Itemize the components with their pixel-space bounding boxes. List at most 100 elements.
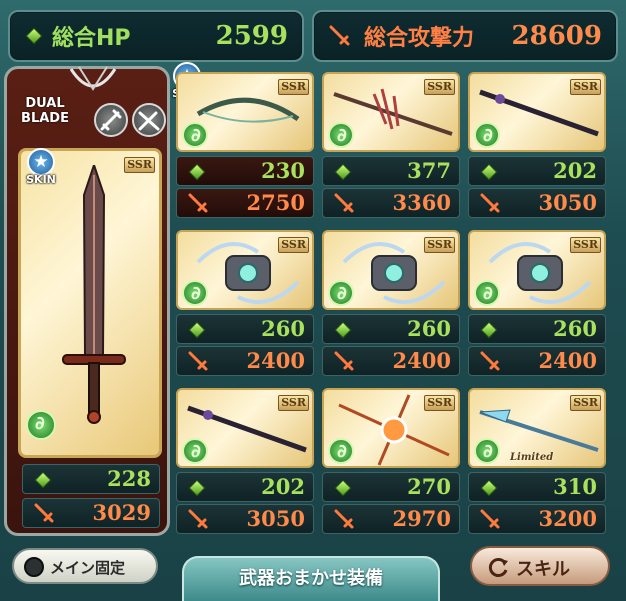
wind-element-icon [182,122,208,148]
wind-element-icon [182,438,208,464]
weapon-rarity: SSR [570,237,601,253]
wind-element-icon [328,280,354,306]
weapon-hp: 260 [261,316,305,341]
weapon-atk: 2970 [392,506,451,531]
weapon-atk: 2400 [392,348,451,373]
dagger-proficiency-icon [132,103,166,137]
weapon-hp: 260 [553,316,597,341]
toggle-indicator-icon [24,557,44,577]
weapon-atk-row: 2970 [322,504,460,534]
hp-gem-icon [480,321,498,339]
weapon-hp-row: 260 [322,314,460,344]
weapon-grid-screen: 総合HP 2599 総合攻撃力 28609 DUAL BLADE SSR ★ S… [0,0,626,601]
proficiency-line-2: BLADE [21,111,69,126]
hp-gem-icon [480,163,498,181]
auto-equip-label: 武器おまかせ装備 [239,568,383,589]
limited-badge: Limited [510,452,554,463]
wind-element-icon [328,122,354,148]
weapon-hp: 260 [407,316,451,341]
weapon-rarity: SSR [278,395,309,411]
refresh-icon [488,558,508,577]
weapon-hp-row: 202 [176,472,314,502]
proficiency-label: DUAL BLADE [14,96,76,126]
attack-sword-icon [34,503,54,523]
weapon-hp: 202 [553,158,597,183]
hp-gem-icon [25,27,43,45]
total-hp-label: 総合HP [52,26,131,51]
weapon-rarity: SSR [570,395,601,411]
auto-equip-button[interactable]: 武器おまかせ装備 [182,556,440,601]
weapon-rarity: SSR [424,395,455,411]
weapon-hp-row: 377 [322,156,460,186]
attack-sword-icon [334,193,354,213]
weapon-hp-row: 270 [322,472,460,502]
weapon-atk-row: 2400 [322,346,460,376]
weapon-atk: 3050 [246,506,305,531]
wind-element-icon [26,410,56,440]
weapon-hp: 377 [407,158,451,183]
hp-gem-icon [188,479,206,497]
attack-sword-icon [334,351,354,371]
total-attack-value: 28609 [511,21,602,51]
attack-sword-icon [480,509,500,529]
wind-element-icon [474,280,500,306]
hp-gem-icon [334,479,352,497]
skill-label: スキル [516,559,570,580]
hp-gem-icon [334,321,352,339]
weapon-atk-row: 2750 [176,188,314,218]
weapon-atk-row: 2400 [468,346,606,376]
greatsword-icon [62,165,126,424]
weapon-atk-row: 3050 [468,188,606,218]
weapon-hp-row: 310 [468,472,606,502]
attack-sword-icon [188,193,208,213]
main-weapon-atk-row: 3029 [22,498,160,528]
main-lock-label: メイン固定 [50,559,126,577]
weapon-atk-row: 3050 [176,504,314,534]
weapon-atk-row: 2400 [176,346,314,376]
weapon-hp: 270 [407,474,451,499]
main-skin-label: SKIN [26,173,56,186]
attack-sword-icon [480,193,500,213]
main-weapon-hp: 228 [107,466,151,491]
weapon-rarity: SSR [278,79,309,95]
skill-button[interactable]: スキル [470,546,610,586]
weapon-atk: 2400 [538,348,597,373]
attack-sword-icon [329,25,350,46]
weapon-atk: 3050 [538,190,597,215]
weapon-atk: 3360 [392,190,451,215]
weapon-atk: 2750 [246,190,305,215]
attack-sword-icon [334,509,354,529]
weapon-atk-row: 3200 [468,504,606,534]
hp-gem-icon [34,471,52,489]
weapon-rarity: SSR [570,79,601,95]
weapon-atk-row: 3360 [322,188,460,218]
total-attack-label: 総合攻撃力 [364,26,475,51]
proficiency-line-1: DUAL [25,96,65,111]
star-icon: ★ [27,148,55,176]
hp-gem-icon [480,479,498,497]
wind-element-icon [182,280,208,306]
attack-sword-icon [188,509,208,529]
weapon-rarity: SSR [278,237,309,253]
weapon-hp-row: 202 [468,156,606,186]
wind-element-icon [474,438,500,464]
total-hp-value: 2599 [215,21,288,51]
weapon-hp-row: 260 [176,314,314,344]
main-skin-badge: ★ SKIN [20,148,62,188]
weapon-hp-row: 230 [176,156,314,186]
main-weapon-atk: 3029 [92,500,151,525]
hp-gem-icon [188,163,206,181]
main-weapon-hp-row: 228 [22,464,160,494]
weapon-rarity: SSR [424,79,455,95]
main-lock-toggle[interactable]: メイン固定 [12,548,158,584]
total-attack-bar: 総合攻撃力 28609 [312,10,618,62]
sword-proficiency-icon [94,103,128,137]
wind-element-icon [328,438,354,464]
wind-element-icon [474,122,500,148]
attack-sword-icon [480,351,500,371]
weapon-atk: 2400 [246,348,305,373]
hp-gem-icon [188,321,206,339]
hp-gem-icon [334,163,352,181]
weapon-hp: 230 [261,158,305,183]
weapon-hp-row: 260 [468,314,606,344]
